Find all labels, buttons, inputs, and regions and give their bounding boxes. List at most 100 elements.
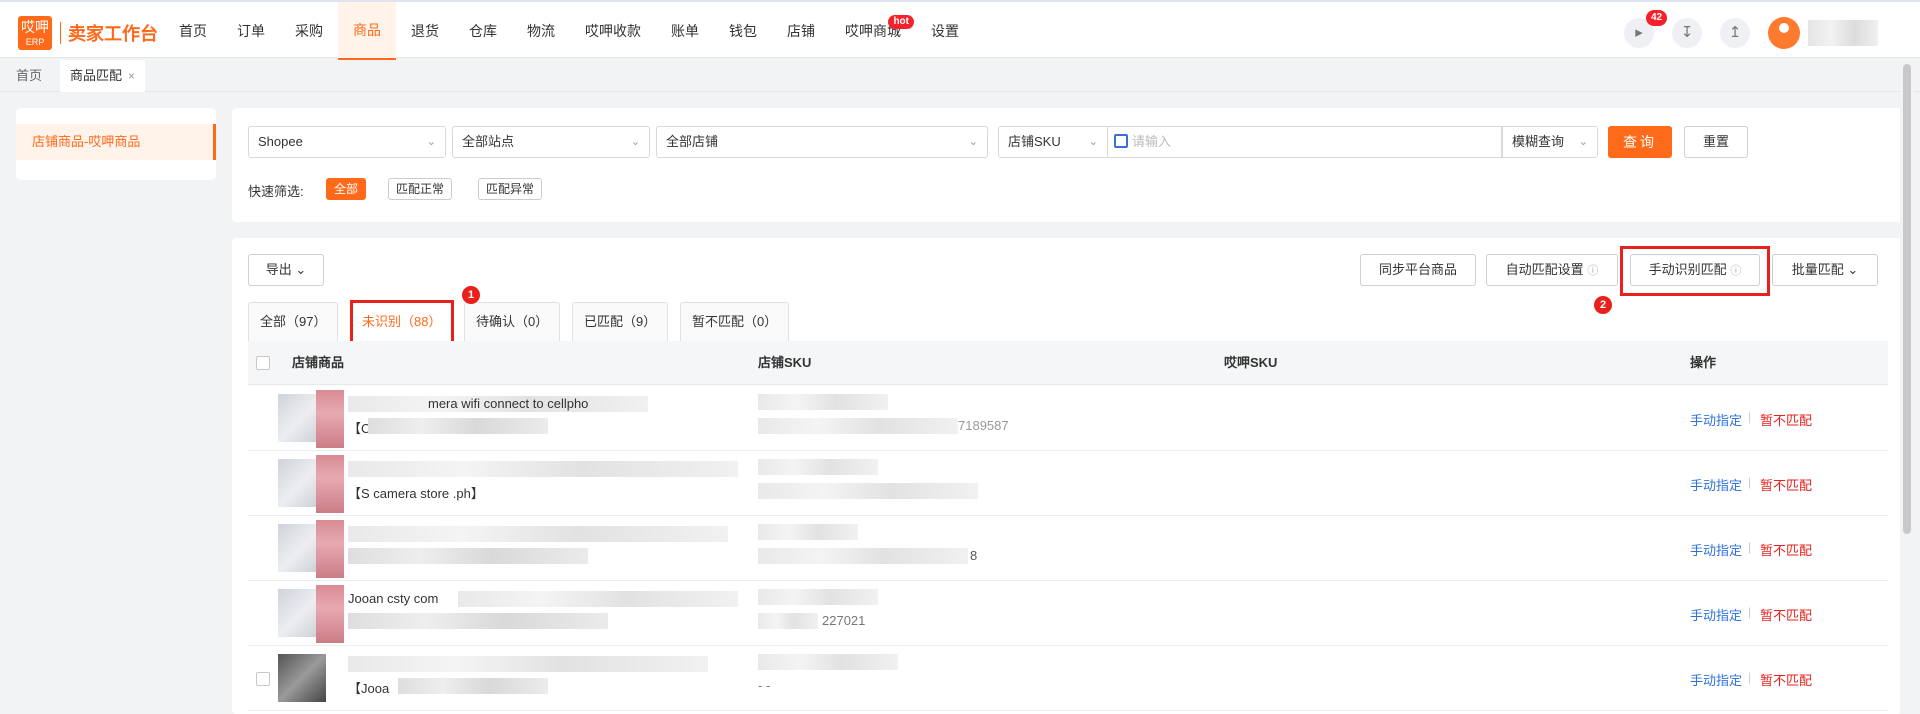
status-tab-pending[interactable]: 待确认（0） <box>464 302 561 342</box>
nav-item-returns[interactable]: 退货 <box>396 2 454 60</box>
nav-item-settings[interactable]: 设置 <box>916 2 974 60</box>
skip-match-link[interactable]: 暂不匹配 <box>1760 540 1812 559</box>
product-title: mera wifi connect to cellpho <box>428 396 589 411</box>
skip-match-link[interactable]: 暂不匹配 <box>1760 410 1812 429</box>
user-avatar[interactable] <box>1768 17 1800 49</box>
redacted-sku <box>758 418 958 434</box>
logo-subtext: ERP <box>25 37 45 47</box>
redacted-text <box>398 678 548 694</box>
query-button[interactable]: 查询 <box>1608 126 1672 158</box>
side-item-shop-product-match[interactable]: 店铺商品-哎呷商品 <box>16 124 216 160</box>
sku-text: 227021 <box>822 613 866 628</box>
page-tab-product-match-label: 商品匹配 <box>70 68 123 83</box>
sku-text: - - <box>758 678 771 693</box>
product-thumbnail-redacted <box>316 520 344 578</box>
nav-item-bills[interactable]: 账单 <box>656 2 714 60</box>
row-checkbox[interactable] <box>256 672 270 686</box>
quick-filter-abnormal[interactable]: 匹配异常 <box>478 178 543 200</box>
chevron-down-icon: ⌄ <box>630 136 640 148</box>
nav-item-orders[interactable]: 订单 <box>222 2 280 60</box>
nav-item-shops[interactable]: 店铺 <box>772 2 830 60</box>
nav-item-home[interactable]: 首页 <box>164 2 222 60</box>
upload-icon[interactable]: ↥ <box>1720 18 1750 48</box>
site-select[interactable]: 全部站点 ⌄ <box>452 126 650 158</box>
close-icon[interactable]: × <box>128 69 135 83</box>
status-tab-all[interactable]: 全部（97） <box>248 302 339 342</box>
app-logo[interactable]: 哎呷 ERP <box>18 16 52 50</box>
skip-match-link[interactable]: 暂不匹配 <box>1760 475 1812 494</box>
redacted-sku <box>758 524 858 540</box>
table-row[interactable]: 8 手动指定 | 暂不匹配 <box>248 516 1888 581</box>
status-tab-skip[interactable]: 暂不匹配（0） <box>680 302 790 342</box>
auto-match-settings-button[interactable]: 自动匹配设置 ⓘ <box>1486 254 1618 286</box>
page-scrollbar[interactable] <box>1900 60 1914 714</box>
shop-select[interactable]: 全部店铺 ⌄ <box>656 126 988 158</box>
sku-text: 7189587 <box>958 418 1009 433</box>
nav-item-products[interactable]: 商品 <box>338 2 396 60</box>
nav-item-purchase[interactable]: 采购 <box>280 2 338 60</box>
manual-assign-link[interactable]: 手动指定 <box>1690 605 1742 624</box>
quick-filter-normal[interactable]: 匹配正常 <box>388 178 453 200</box>
chevron-down-icon: ⌄ <box>1847 262 1859 277</box>
action-separator: | <box>1748 475 1752 489</box>
action-separator: | <box>1748 410 1752 424</box>
sync-platform-products-button[interactable]: 同步平台商品 <box>1360 254 1476 286</box>
table-row[interactable]: 【S camera store .ph】 手动指定 | 暂不匹配 <box>248 451 1888 516</box>
highlight-box-unidentified <box>350 300 454 346</box>
table-row[interactable]: 【Jooa - - 手动指定 | 暂不匹配 <box>248 646 1888 711</box>
manual-assign-link[interactable]: 手动指定 <box>1690 410 1742 429</box>
col-header-actions: 操作 <box>1690 355 1717 370</box>
redacted-sku <box>758 589 878 605</box>
nav-item-wallet[interactable]: 钱包 <box>714 2 772 60</box>
redacted-sku <box>758 394 888 410</box>
table-row[interactable]: Jooan csty com 227021 手动指定 | 暂不匹配 <box>248 581 1888 646</box>
skip-match-link[interactable]: 暂不匹配 <box>1760 670 1812 689</box>
batch-match-button[interactable]: 批量匹配 ⌄ <box>1772 254 1878 286</box>
logo-text: 哎呷 <box>21 19 49 35</box>
page-tab-home[interactable]: 首页 <box>6 60 52 92</box>
manual-assign-link[interactable]: 手动指定 <box>1690 540 1742 559</box>
nav-item-mall[interactable]: 哎呷商城 hot <box>830 2 916 60</box>
quick-filter-all[interactable]: 全部 <box>326 178 367 200</box>
table-row[interactable]: mera wifi connect to cellpho 【C 7189587 … <box>248 386 1888 451</box>
product-title: Jooan csty com <box>348 591 439 606</box>
match-mode-select[interactable]: 模糊查询 ⌄ <box>1502 126 1598 158</box>
chevron-down-icon: ⌄ <box>968 136 978 148</box>
highlight-box-manual-identify <box>1620 246 1770 296</box>
platform-select[interactable]: Shopee ⌄ <box>248 126 446 158</box>
product-thumbnail-redacted <box>316 455 344 513</box>
nav-item-logistics[interactable]: 物流 <box>512 2 570 60</box>
product-list-panel: 导出 ⌄ 同步平台商品 自动匹配设置 ⓘ 手动识别匹配 ⓘ 批量匹配 ⌄ 2 全… <box>232 238 1902 714</box>
download-icon[interactable]: ↧ <box>1672 18 1702 48</box>
redacted-text <box>348 656 708 672</box>
batch-input-icon[interactable] <box>1114 134 1128 148</box>
logo-divider <box>60 22 61 44</box>
shop-name: 【S camera store .ph】 <box>348 486 484 501</box>
product-thumbnail-redacted <box>316 390 344 448</box>
skip-match-link[interactable]: 暂不匹配 <box>1760 605 1812 624</box>
redacted-sku <box>758 483 978 499</box>
help-icon: ⓘ <box>1587 265 1599 277</box>
product-thumbnail[interactable] <box>278 654 326 702</box>
scrollbar-thumb[interactable] <box>1903 64 1911 534</box>
redacted-text <box>348 613 608 629</box>
search-field-select-value: 店铺SKU <box>1008 134 1061 149</box>
manual-assign-link[interactable]: 手动指定 <box>1690 475 1742 494</box>
manual-assign-link[interactable]: 手动指定 <box>1690 670 1742 689</box>
nav-item-payments[interactable]: 哎呷收款 <box>570 2 656 60</box>
reset-button[interactable]: 重置 <box>1684 126 1748 158</box>
site-select-value: 全部站点 <box>462 134 515 149</box>
redacted-sku <box>758 548 968 564</box>
shop-select-value: 全部店铺 <box>666 134 719 149</box>
redacted-sku <box>758 654 898 670</box>
app-title: 卖家工作台 <box>68 24 158 44</box>
keyword-input[interactable]: 请输入 <box>1106 126 1502 158</box>
side-menu: 店铺商品-哎呷商品 <box>16 108 216 180</box>
select-all-checkbox[interactable] <box>256 356 270 370</box>
search-field-select[interactable]: 店铺SKU ⌄ <box>998 126 1108 158</box>
page-tab-product-match[interactable]: 商品匹配 × <box>60 60 146 92</box>
username-redacted[interactable] <box>1808 20 1878 46</box>
nav-item-warehouse[interactable]: 仓库 <box>454 2 512 60</box>
export-button[interactable]: 导出 ⌄ <box>248 254 324 286</box>
status-tab-matched[interactable]: 已匹配（9） <box>572 302 669 342</box>
